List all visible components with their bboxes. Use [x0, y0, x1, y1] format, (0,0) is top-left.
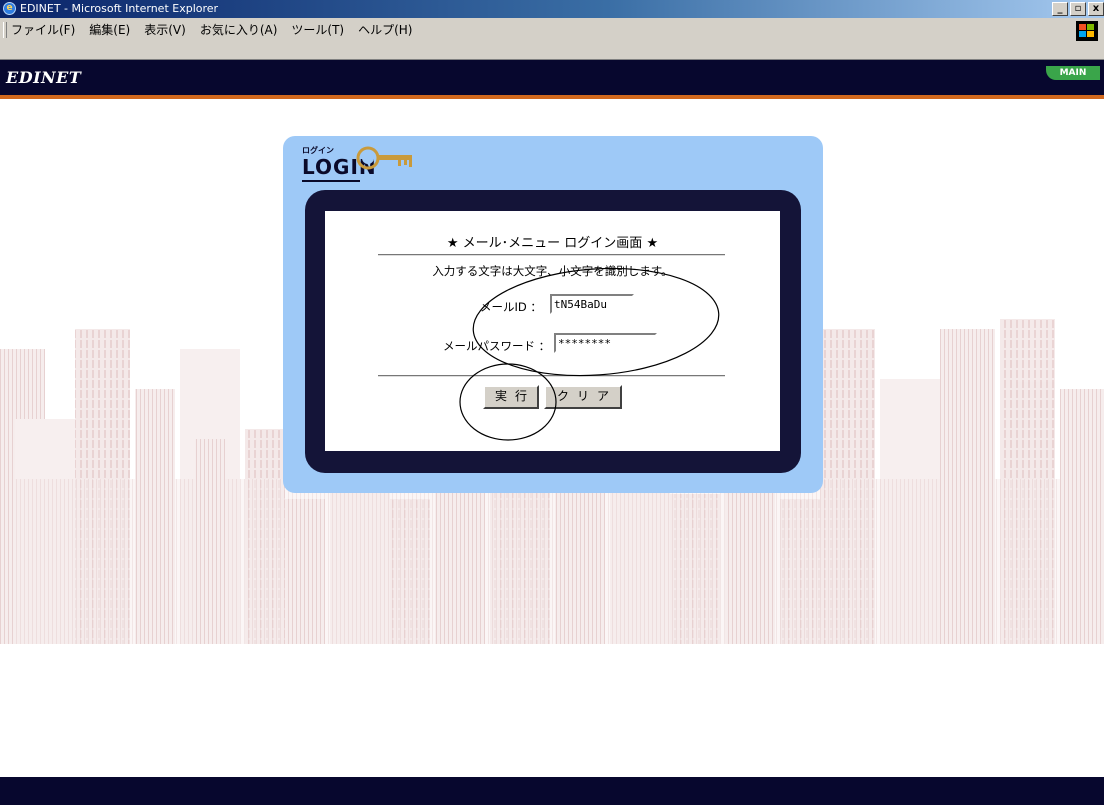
minimize-button[interactable]: _ — [1052, 2, 1068, 16]
menu-tools[interactable]: ツール(T) — [291, 21, 344, 38]
close-button[interactable]: x — [1088, 2, 1104, 16]
mail-password-input[interactable] — [554, 333, 657, 353]
mail-id-label: メールID ： — [480, 300, 542, 314]
key-icon — [356, 146, 412, 170]
windows-logo-icon — [1076, 21, 1098, 41]
menu-help[interactable]: ヘルプ(H) — [358, 21, 412, 38]
maximize-button[interactable]: ▫ — [1070, 2, 1086, 16]
toolbar-grip[interactable] — [3, 22, 7, 38]
window-controls: _ ▫ x — [1052, 2, 1104, 16]
edinet-logo[interactable]: EDINET — [6, 68, 81, 87]
case-sensitivity-note: 入力する文字は大文字、小文字を識別します。 — [432, 264, 673, 278]
main-tab[interactable]: MAIN — [1046, 66, 1100, 80]
menu-edit[interactable]: 編集(E) — [89, 21, 130, 38]
window-title: EDINET - Microsoft Internet Explorer — [20, 2, 219, 15]
menu-bar: ファイル(F) 編集(E) 表示(V) お気に入り(A) ツール(T) ヘルプ(… — [0, 18, 1104, 60]
login-logo-underline — [302, 180, 360, 182]
divider-top — [378, 254, 725, 256]
submit-button[interactable]: 実行 — [483, 385, 539, 409]
menu-items: ファイル(F) 編集(E) 表示(V) お気に入り(A) ツール(T) ヘルプ(… — [11, 21, 412, 38]
internet-explorer-icon: e — [3, 2, 16, 15]
window-titlebar: e EDINET - Microsoft Internet Explorer _… — [0, 0, 1104, 18]
divider-bottom — [378, 375, 725, 377]
login-form-panel: ★ メール･メニュー ログイン画面 ★ 入力する文字は大文字、小文字を識別します… — [325, 211, 780, 451]
page-footer — [0, 777, 1104, 805]
login-logo: ログイン LOGIN — [302, 145, 432, 185]
site-header: EDINET MAIN — [0, 60, 1104, 99]
mail-password-label: メールパスワード ： — [443, 339, 551, 353]
mail-id-input[interactable] — [550, 294, 634, 314]
menu-view[interactable]: 表示(V) — [144, 21, 186, 38]
login-form-title: ★ メール･メニュー ログイン画面 ★ — [446, 236, 659, 251]
menu-file[interactable]: ファイル(F) — [11, 21, 75, 38]
menu-favorites[interactable]: お気に入り(A) — [200, 21, 278, 38]
clear-button[interactable]: クリア — [544, 385, 622, 409]
